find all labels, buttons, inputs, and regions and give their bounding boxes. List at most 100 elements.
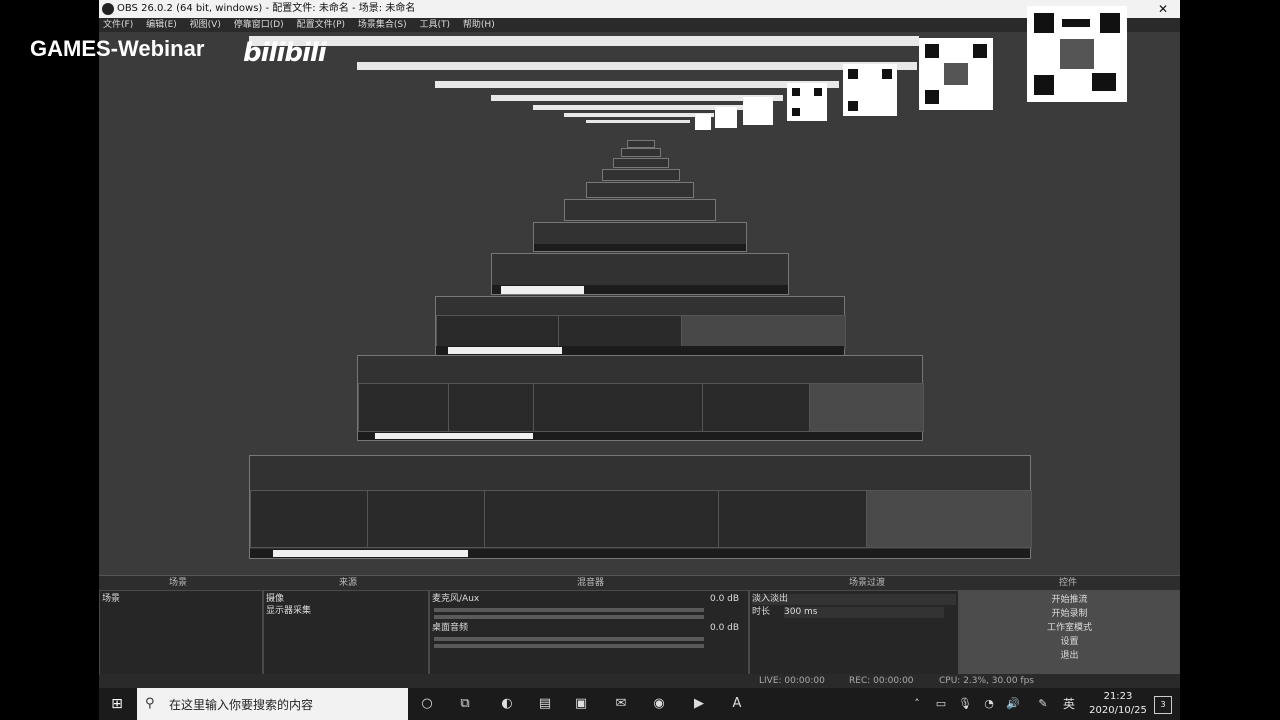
mixer-channel-level: 0.0 dB <box>710 623 740 633</box>
nested-titlebar-7 <box>586 120 690 123</box>
scene-item[interactable]: 场景 <box>102 594 260 605</box>
notification-icon[interactable]: 3 <box>1154 696 1172 714</box>
transition-select[interactable]: 淡入淡出 <box>752 594 956 605</box>
rec-status: REC: 00:00:00 <box>849 676 914 686</box>
start-recording-button[interactable]: 开始录制 <box>962 609 1177 620</box>
obs-logo-icon <box>102 3 114 15</box>
store-icon[interactable]: ▣ <box>571 694 591 714</box>
qr-code-nested-5 <box>715 107 737 128</box>
search-icon: ⚲ <box>145 696 155 711</box>
volume-slider[interactable] <box>434 615 704 619</box>
dock-header-scenes: 场景 <box>169 578 188 588</box>
close-icon[interactable]: ✕ <box>1158 0 1168 18</box>
mixer-channel-level: 0.0 dB <box>710 594 740 604</box>
cortana-icon[interactable]: ○ <box>417 694 437 714</box>
cpu-status: CPU: 2.3%, 30.00 fps <box>939 676 1034 686</box>
scenes-dock: 场景 <box>99 590 263 680</box>
controls-dock: 开始推流 开始录制 工作室模式 设置 退出 <box>959 590 1180 680</box>
taskbar-search-input[interactable]: ⚲ 在这里输入你要搜索的内容 <box>137 688 408 720</box>
obs-screen: OBS 26.0.2 (64 bit, windows) - 配置文件: 未命名… <box>99 0 1180 720</box>
window-titlebar: OBS 26.0.2 (64 bit, windows) - 配置文件: 未命名… <box>99 0 1180 18</box>
studio-mode-button[interactable]: 工作室模式 <box>962 623 1177 634</box>
dock-headers: 场景 来源 混音器 场景过渡 控件 <box>99 575 1180 590</box>
exit-button[interactable]: 退出 <box>962 651 1177 662</box>
mixer-dock: 麦克风/Aux 0.0 dB 桌面音频 0.0 dB <box>429 590 749 680</box>
menu-tools[interactable]: 工具(T) <box>420 20 451 30</box>
settings-button[interactable]: 设置 <box>962 637 1177 648</box>
windows-start-icon[interactable]: ⊞ <box>109 696 125 712</box>
volume-meter <box>434 608 704 612</box>
obs-taskbar-icon[interactable]: ◉ <box>649 694 669 714</box>
start-streaming-button[interactable]: 开始推流 <box>962 595 1177 606</box>
chevron-up-icon[interactable]: ˄ <box>907 694 927 714</box>
pen-icon[interactable]: ✎ <box>1033 694 1053 714</box>
menu-file[interactable]: 文件(F) <box>103 20 133 30</box>
qr-code-nested-3 <box>787 83 827 121</box>
source-item[interactable]: 摄像 <box>266 594 426 605</box>
menu-scene-collection[interactable]: 场景集合(S) <box>358 20 407 30</box>
games-webinar-watermark: GAMES-Webinar <box>30 36 205 61</box>
nested-preview-6 <box>564 199 716 221</box>
qr-code-nested-4 <box>743 97 773 125</box>
nested-preview-9 <box>613 158 669 168</box>
taskbar-clock[interactable]: 21:23 2020/10/25 <box>1088 690 1148 718</box>
menu-view[interactable]: 视图(V) <box>190 20 221 30</box>
nested-titlebar-6 <box>564 113 714 117</box>
volume-slider[interactable] <box>434 644 704 648</box>
nested-preview-3 <box>435 296 846 356</box>
duration-field[interactable]: 300 ms <box>784 607 944 618</box>
duration-label: 时长 <box>752 607 771 617</box>
network-icon[interactable]: ◔ <box>979 694 999 714</box>
search-placeholder: 在这里输入你要搜索的内容 <box>169 698 314 712</box>
qr-code-nested-2 <box>843 64 897 116</box>
status-bar: LIVE: 00:00:00 REC: 00:00:00 CPU: 2.3%, … <box>99 674 1180 688</box>
edge-icon[interactable]: ◐ <box>497 694 517 714</box>
volume-icon[interactable]: 🔊 <box>1003 694 1023 714</box>
acrobat-icon[interactable]: A <box>727 694 747 714</box>
source-item[interactable]: 显示器采集 <box>266 606 426 617</box>
menu-docks[interactable]: 停靠窗口(D) <box>234 20 284 30</box>
menu-help[interactable]: 帮助(H) <box>463 20 495 30</box>
docks-area: 场景 摄像 显示器采集 麦克风/Aux 0.0 dB 桌面音频 0.0 dB 淡… <box>99 590 1180 680</box>
live-status: LIVE: 00:00:00 <box>759 676 825 686</box>
clock-time: 21:23 <box>1103 691 1133 702</box>
task-view-icon[interactable]: ⧉ <box>455 694 475 714</box>
mixer-channel-name: 麦克风/Aux <box>432 594 480 604</box>
nested-preview-8 <box>602 169 680 181</box>
nested-preview-11 <box>627 140 655 148</box>
dock-header-sources: 来源 <box>339 578 358 588</box>
nested-preview-4 <box>491 253 789 295</box>
microphone-icon[interactable]: 🎙 <box>955 694 975 714</box>
window-title: OBS 26.0.2 (64 bit, windows) - 配置文件: 未命名… <box>117 3 416 14</box>
file-explorer-icon[interactable]: ▤ <box>535 694 555 714</box>
dock-header-mixer: 混音器 <box>577 578 605 588</box>
qr-code <box>1027 6 1127 102</box>
nested-preview-2 <box>357 355 924 441</box>
clock-date: 2020/10/25 <box>1089 705 1147 716</box>
menu-profile[interactable]: 配置文件(P) <box>297 20 345 30</box>
nested-titlebar-1 <box>249 36 919 46</box>
dock-header-transitions: 场景过渡 <box>849 578 886 588</box>
nested-preview-5 <box>533 222 747 252</box>
menu-edit[interactable]: 编辑(E) <box>146 20 177 30</box>
nested-preview-1 <box>249 455 1032 559</box>
nested-titlebar-5 <box>533 105 743 110</box>
qr-code-nested-1 <box>919 38 993 110</box>
nested-titlebar-3 <box>435 81 839 88</box>
menu-bar: 文件(F) 编辑(E) 视图(V) 停靠窗口(D) 配置文件(P) 场景集合(S… <box>99 18 1180 32</box>
media-app-icon[interactable]: ▶ <box>689 694 709 714</box>
mail-icon[interactable]: ✉ <box>611 694 631 714</box>
nested-titlebar-2 <box>357 62 917 70</box>
battery-icon[interactable]: ▭ <box>931 694 951 714</box>
volume-meter <box>434 637 704 641</box>
qr-code-nested-6 <box>695 114 711 130</box>
input-method-indicator[interactable]: 英 <box>1059 694 1079 714</box>
mixer-channel-name: 桌面音频 <box>432 623 469 633</box>
bilibili-logo: bilibili <box>243 38 327 68</box>
dock-header-controls: 控件 <box>1059 578 1078 588</box>
transitions-dock: 淡入淡出 时长 300 ms <box>749 590 959 680</box>
nested-preview-10 <box>621 148 661 157</box>
nested-preview-7 <box>586 182 694 198</box>
sources-dock: 摄像 显示器采集 <box>263 590 429 680</box>
windows-taskbar: ⊞ ⚲ 在这里输入你要搜索的内容 ○ ⧉ ◐ ▤ ▣ ✉ ◉ ▶ A ˄ ▭ 🎙… <box>99 688 1180 720</box>
